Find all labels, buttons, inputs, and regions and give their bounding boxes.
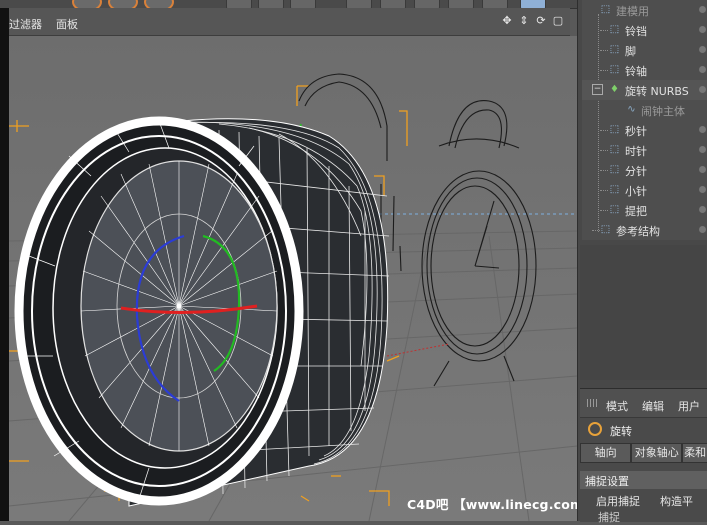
om-item-label: 提把 [625, 205, 647, 218]
object-manager-empty-area [580, 245, 706, 380]
rotate-view-icon[interactable]: ⟳ [535, 15, 547, 27]
attribute-manager-menubar: 模式 编辑 用户 [580, 389, 707, 418]
om-row-item-5[interactable]: ⬚ 秒针 [582, 120, 707, 140]
am-tabs: 轴向 对象轴心 柔和 [580, 443, 707, 463]
dolly-arrows-icon[interactable]: ⇕ [518, 15, 530, 27]
maximize-view-icon[interactable]: ▢ [552, 15, 564, 27]
om-row-item-6[interactable]: ⬚ 时针 [582, 140, 707, 160]
null-object-icon: ⬚ [609, 24, 620, 35]
menu-filter[interactable]: 过滤器 [9, 16, 42, 32]
om-row-item-4[interactable]: ∿ 闹钟主体 [582, 100, 707, 120]
null-object-icon: ⬚ [609, 44, 620, 55]
om-item-label: 参考结构 [616, 225, 660, 238]
om-row-item-9[interactable]: ⬚ 提把 [582, 200, 707, 220]
om-row-item-7[interactable]: ⬚ 分针 [582, 160, 707, 180]
visibility-dot[interactable] [699, 206, 706, 213]
null-object-icon: ⬚ [609, 124, 620, 135]
tab-soft[interactable]: 柔和 [682, 443, 707, 463]
visibility-dot[interactable] [699, 186, 706, 193]
grip-icon[interactable] [587, 399, 597, 407]
null-object-icon: ⬚ [609, 64, 620, 75]
am-menu-mode[interactable]: 模式 [606, 398, 628, 414]
visibility-dot[interactable] [699, 226, 706, 233]
om-row-item-3[interactable]: − ♦ 旋转 NURBS [582, 80, 707, 100]
visibility-dot[interactable] [699, 146, 706, 153]
am-section-label: 捕捉设置 [585, 475, 629, 488]
am-snap-label: 捕捉 [598, 511, 620, 524]
om-row-item-1[interactable]: ⬚ 脚 [582, 40, 707, 60]
om-item-label: 脚 [625, 45, 636, 58]
om-item-label: 旋转 NURBS [625, 85, 689, 98]
attribute-manager: 模式 编辑 用户 旋转 轴向 对象轴心 柔和 捕捉设置 启用捕捉 构造平 捕捉 [580, 388, 707, 524]
right-panel: ⬚ 建模用 ⬚ 铃铛 ⬚ 脚 ⬚ 铃轴 − ♦ 旋转 NURBS ∿ 闹钟主体 … [577, 0, 707, 524]
visibility-dot[interactable] [699, 86, 706, 93]
am-section-header[interactable]: 捕捉设置 [580, 471, 707, 489]
om-row-item-0[interactable]: ⬚ 铃铛 [582, 20, 707, 40]
spline-icon: ∿ [627, 104, 636, 115]
om-item-label: 铃轴 [625, 65, 647, 78]
om-row-root[interactable]: ⬚ 建模用 [582, 0, 707, 20]
om-item-label: 铃铛 [625, 25, 647, 38]
visibility-dot[interactable] [699, 26, 706, 33]
om-item-label: 秒针 [625, 125, 647, 138]
visibility-dot[interactable] [699, 46, 706, 53]
tab-axis[interactable]: 轴向 [580, 443, 632, 463]
om-item-label: 时针 [625, 145, 647, 158]
om-item-label: 闹钟主体 [641, 105, 685, 118]
3d-viewport[interactable]: C4D吧 【www.linecg.com/tieba/1799】 [9, 36, 577, 521]
construction-plane-label[interactable]: 构造平 [660, 493, 693, 509]
null-object-icon: ⬚ [609, 204, 620, 215]
om-row-item-2[interactable]: ⬚ 铃轴 [582, 60, 707, 80]
om-item-label: 小针 [625, 185, 647, 198]
null-object-icon: ⬚ [609, 184, 620, 195]
collapse-toggle-icon[interactable]: − [592, 84, 603, 95]
null-object-icon: ⬚ [609, 164, 620, 175]
watermark-text: C4D吧 【www.linecg.com/tieba/1799】 [407, 497, 577, 512]
null-object-icon: ⬚ [600, 4, 611, 15]
snap-enable-label[interactable]: 启用捕捉 [596, 493, 640, 509]
visibility-dot[interactable] [699, 6, 706, 13]
null-object-icon: ⬚ [609, 144, 620, 155]
visibility-dot[interactable] [699, 166, 706, 173]
om-row-item-10[interactable]: ⬚ 参考结构 [582, 220, 707, 240]
menu-panel[interactable]: 面板 [56, 16, 78, 32]
am-menu-edit[interactable]: 编辑 [642, 398, 664, 414]
visibility-dot[interactable] [699, 66, 706, 73]
left-gutter [0, 8, 9, 521]
object-manager-list: ⬚ 建模用 ⬚ 铃铛 ⬚ 脚 ⬚ 铃轴 − ♦ 旋转 NURBS ∿ 闹钟主体 … [582, 0, 707, 240]
viewport-scene [9, 36, 577, 521]
null-object-icon: ⬚ [600, 224, 611, 235]
move-arrows-icon[interactable]: ✥ [501, 15, 513, 27]
tab-object-axis[interactable]: 对象轴心 [631, 443, 683, 463]
viewport-nav-icons: ✥ ⇕ ⟳ ▢ [501, 15, 564, 27]
viewport-menubar: 过滤器 面板 ✥ ⇕ ⟳ ▢ [9, 8, 570, 36]
am-object-name: 旋转 [610, 425, 632, 438]
am-object-title: 旋转 [580, 419, 707, 441]
lathe-nurbs-icon: ♦ [610, 84, 619, 95]
am-snap-row: 启用捕捉 构造平 [580, 491, 707, 509]
lathe-nurbs-icon [588, 422, 602, 436]
om-row-item-8[interactable]: ⬚ 小针 [582, 180, 707, 200]
visibility-dot[interactable] [699, 126, 706, 133]
am-menu-user[interactable]: 用户 [678, 398, 700, 414]
om-root-label: 建模用 [616, 5, 649, 18]
om-item-label: 分针 [625, 165, 647, 178]
